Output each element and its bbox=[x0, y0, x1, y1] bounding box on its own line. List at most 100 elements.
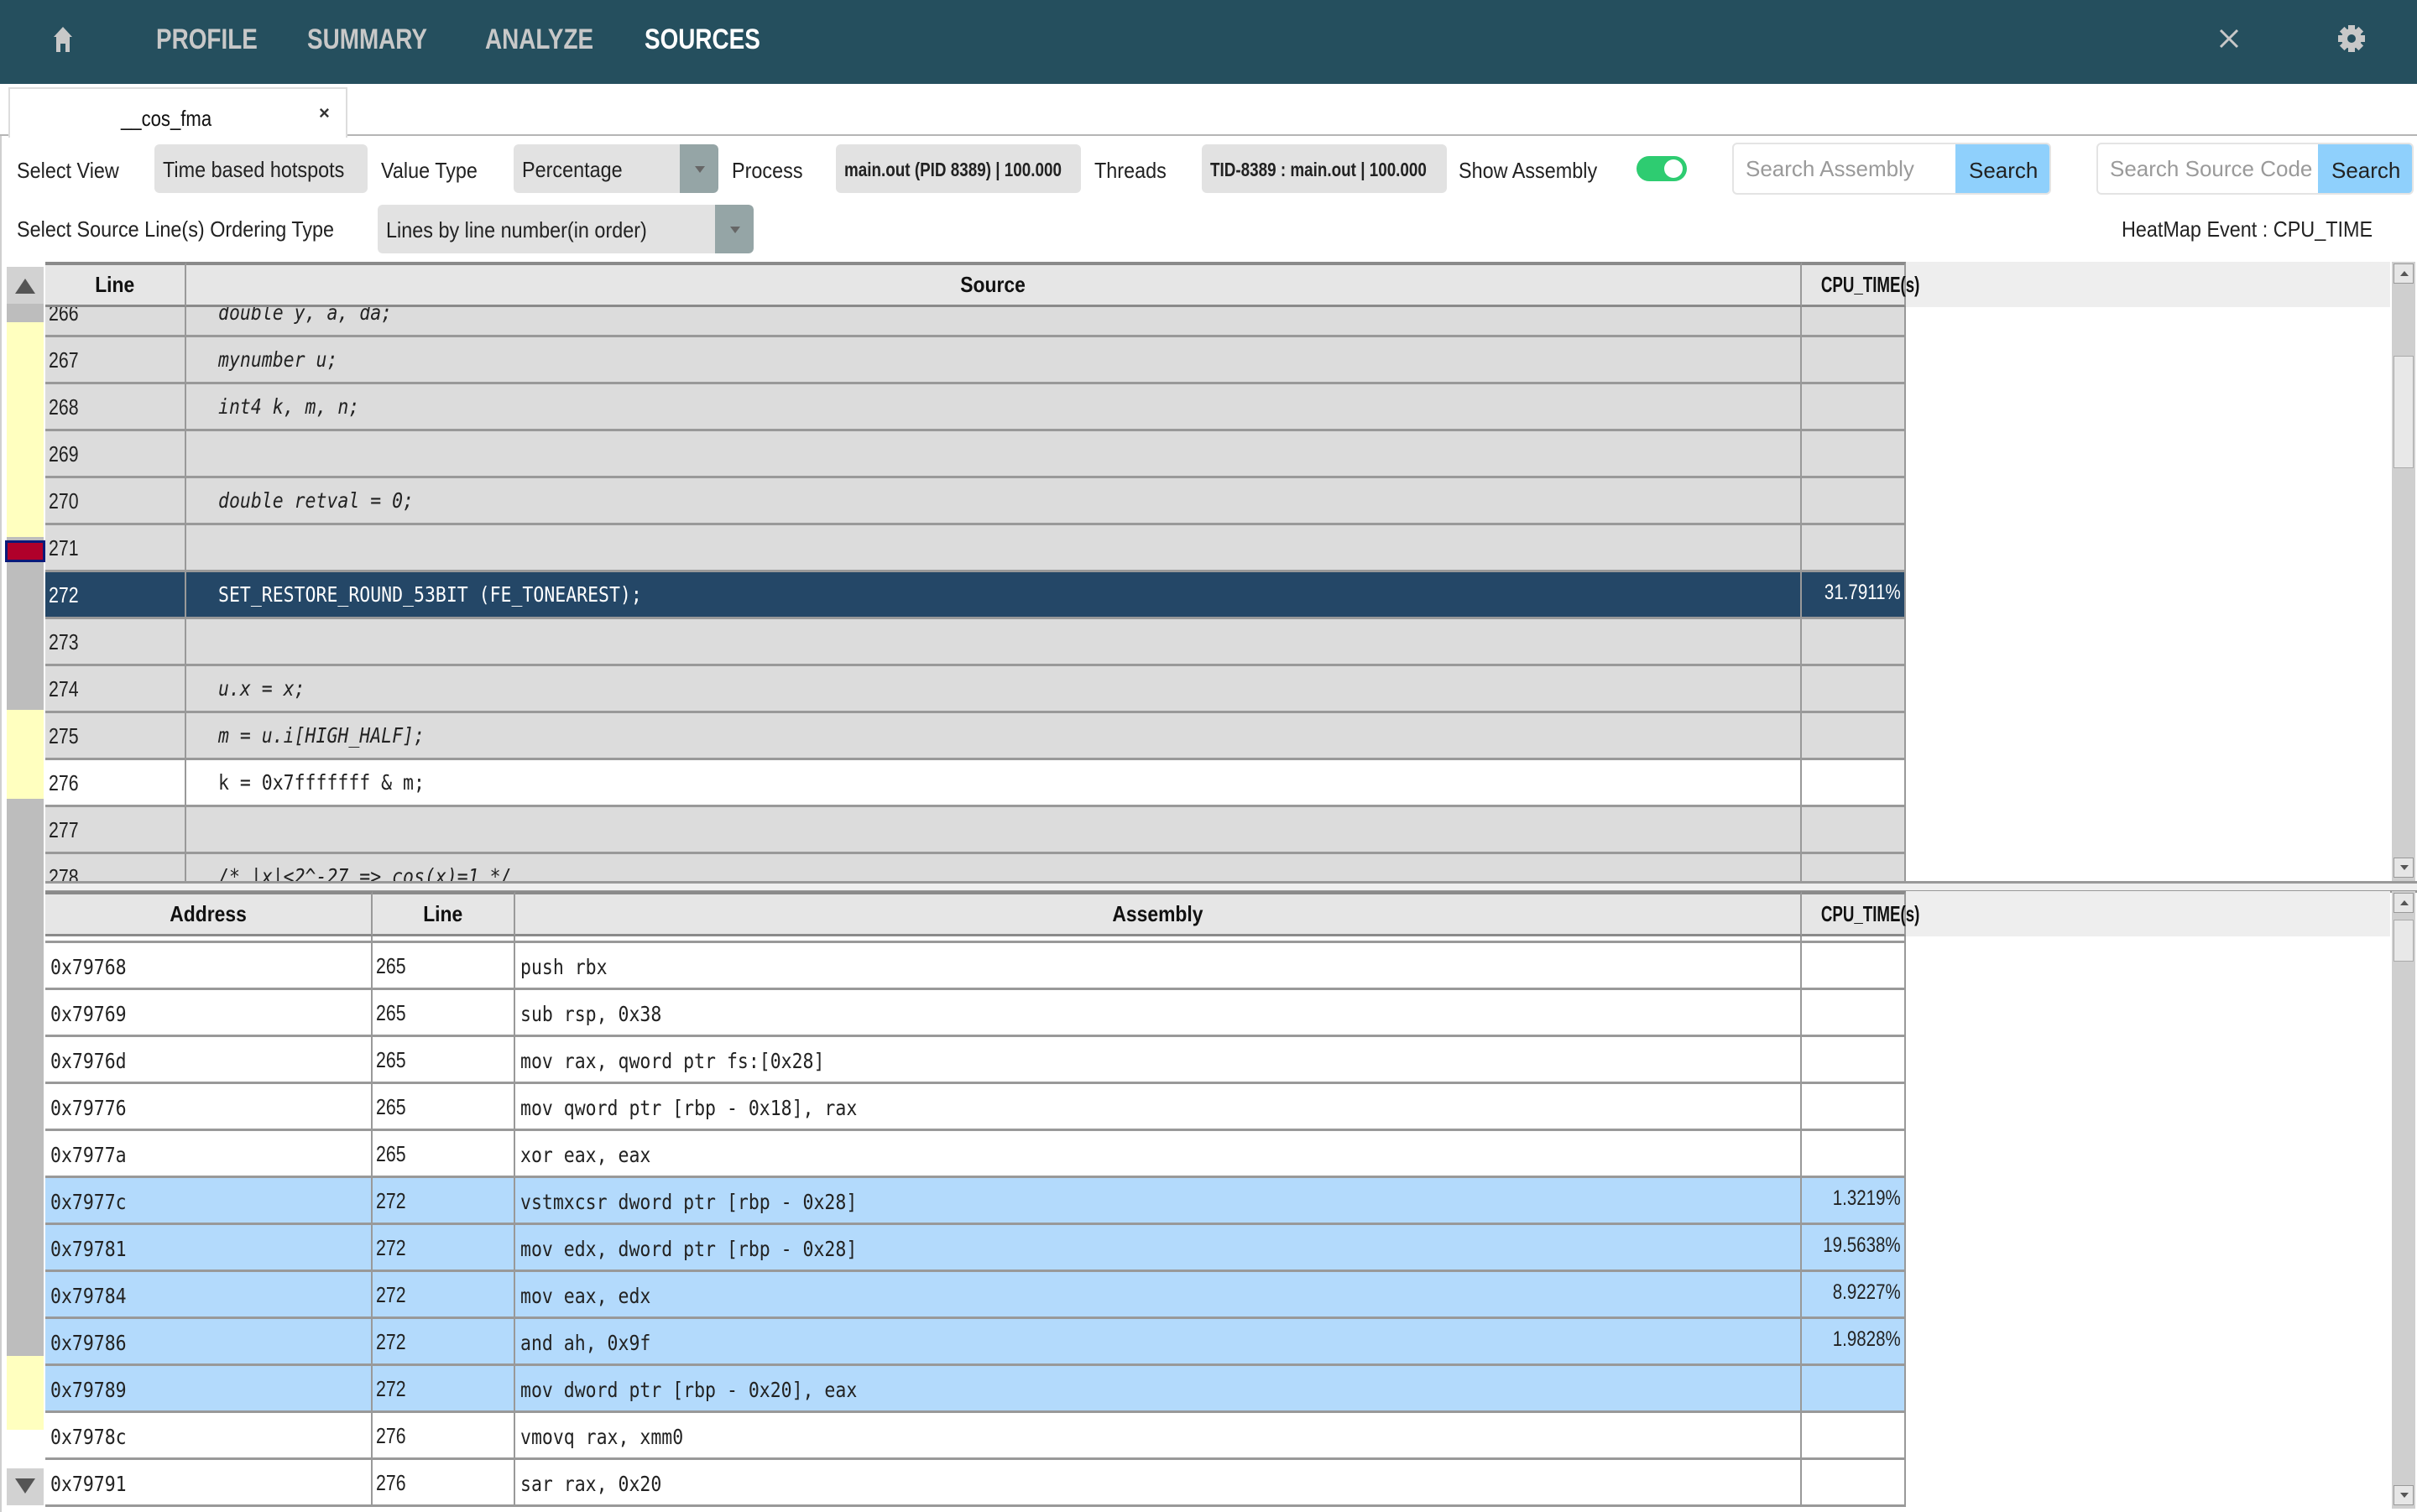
assembly-table: Address Line Assembly CPU_TIME(s) 0x7976… bbox=[45, 891, 2390, 1512]
instruction-cell: mov qword ptr [rbp - 0x18], rax bbox=[515, 1084, 1802, 1131]
source-row[interactable]: 274 u.x = x; bbox=[45, 666, 1906, 713]
source-row[interactable]: 273 bbox=[45, 619, 1906, 666]
ordering-label: Select Source Line(s) Ordering Type bbox=[17, 216, 335, 242]
address-cell: 0x79786 bbox=[45, 1319, 373, 1366]
asm-line-cell: 272 bbox=[373, 1272, 515, 1319]
asm-cpu-time-cell bbox=[1802, 1413, 1906, 1460]
assembly-vertical-scrollbar[interactable] bbox=[2392, 891, 2415, 1509]
process-dropdown[interactable]: main.out (PID 8389) | 100.000 bbox=[836, 144, 1081, 193]
show-assembly-toggle[interactable] bbox=[1637, 156, 1687, 181]
assembly-row[interactable]: 0x79768 265 push rbx bbox=[45, 943, 1906, 990]
scroll-up-icon[interactable] bbox=[2394, 263, 2414, 284]
assembly-row[interactable]: 0x79776 265 mov qword ptr [rbp - 0x18], ra… bbox=[45, 1084, 1906, 1131]
source-row[interactable]: 269 bbox=[45, 431, 1906, 478]
select-view-dropdown[interactable]: Time based hotspots bbox=[154, 144, 368, 193]
col-asm-line-header[interactable]: Line bbox=[373, 891, 515, 936]
source-vertical-scrollbar[interactable] bbox=[2392, 262, 2415, 881]
asm-cpu-time-cell: 1.9828% bbox=[1802, 1319, 1906, 1366]
assembly-row[interactable]: 0x79791 276 sar rax, 0x20 bbox=[45, 1460, 1906, 1507]
heat-segment bbox=[7, 1356, 44, 1430]
cpu-time-cell: 31.7911% bbox=[1802, 572, 1906, 619]
col-line-header[interactable]: Line bbox=[45, 262, 186, 307]
cpu-time-cell bbox=[1802, 807, 1906, 854]
source-row[interactable]: 275 m = u.i[HIGH_HALF]; bbox=[45, 713, 1906, 760]
source-row[interactable]: 276 k = 0x7fffffff & m; bbox=[45, 760, 1906, 807]
close-icon[interactable] bbox=[2216, 25, 2242, 52]
asm-line-cell: 272 bbox=[373, 1366, 515, 1413]
toggle-knob bbox=[1664, 159, 1683, 178]
asm-cpu-time-cell bbox=[1802, 1037, 1906, 1084]
assembly-row[interactable]: 0x79781 272 mov edx, dword ptr [rbp - 0x28… bbox=[45, 1225, 1906, 1272]
search-assembly-input[interactable] bbox=[1734, 144, 1959, 193]
source-row[interactable]: 278/* |x|<2^-27 => cos(x)=1 */ bbox=[45, 854, 1906, 881]
ordering-dropdown[interactable]: Lines by line number(in order) bbox=[378, 205, 754, 253]
cpu-time-cell bbox=[1802, 713, 1906, 760]
value-type-dropdown[interactable]: Percentage bbox=[514, 144, 718, 193]
assembly-row[interactable]: 0x7976d 265 mov rax, qword ptr fs:[0x28] bbox=[45, 1037, 1906, 1084]
address-cell: 0x79781 bbox=[45, 1225, 373, 1272]
source-row[interactable]: 271 bbox=[45, 525, 1906, 572]
assembly-row[interactable]: 0x79784 272 mov eax, edx 8.9227% bbox=[45, 1272, 1906, 1319]
scroll-up-icon[interactable] bbox=[2394, 893, 2414, 913]
col-asm-cpu-header[interactable]: CPU_TIME(s) bbox=[1802, 891, 1919, 936]
instruction-cell: sub rsp, 0x38 bbox=[515, 990, 1802, 1037]
col-cpu-header[interactable]: CPU_TIME(s) bbox=[1802, 262, 1919, 307]
scroll-thumb[interactable] bbox=[2394, 920, 2414, 962]
source-table-header: Line Source CPU_TIME(s) bbox=[45, 262, 2390, 307]
heat-segment bbox=[7, 710, 44, 799]
scroll-down-icon[interactable] bbox=[2394, 1485, 2414, 1505]
assembly-row[interactable]: 0x7977c 272 vstmxcsr dword ptr [rbp - 0x28… bbox=[45, 1178, 1906, 1225]
assembly-row[interactable]: 0x79769 265 sub rsp, 0x38 bbox=[45, 990, 1906, 1037]
line-number-cell: 276 bbox=[45, 760, 186, 807]
value-type-value: Percentage bbox=[522, 157, 623, 182]
home-icon[interactable] bbox=[50, 25, 76, 54]
strip-up-arrow-icon[interactable] bbox=[7, 267, 44, 304]
scroll-down-icon[interactable] bbox=[2394, 858, 2414, 878]
heatmap-overview-strip[interactable] bbox=[5, 267, 45, 1505]
col-assembly-header[interactable]: Assembly bbox=[515, 891, 1802, 936]
source-row[interactable]: 268 int4 k, m, n; bbox=[45, 384, 1906, 431]
source-row[interactable]: 270 double retval = 0; bbox=[45, 478, 1906, 525]
instruction-cell: vstmxcsr dword ptr [rbp - 0x28] bbox=[515, 1178, 1802, 1225]
scroll-thumb[interactable] bbox=[2394, 356, 2414, 468]
nav-sources[interactable]: SOURCES bbox=[645, 23, 760, 56]
chevron-down-icon[interactable] bbox=[680, 144, 718, 193]
source-row[interactable]: 272 SET_RESTORE_ROUND_53BIT (FE_TONEAREST… bbox=[45, 572, 1906, 619]
nav-summary[interactable]: SUMMARY bbox=[307, 23, 427, 56]
line-number-cell: 267 bbox=[45, 337, 186, 384]
source-row[interactable]: 277 bbox=[45, 807, 1906, 854]
gear-icon[interactable] bbox=[2336, 23, 2367, 54]
threads-dropdown[interactable]: TID-8389 : main.out | 100.000 bbox=[1202, 144, 1447, 193]
col-source-header[interactable]: Source bbox=[186, 262, 1802, 307]
search-source-button[interactable]: Search bbox=[2318, 144, 2412, 193]
col-address-header[interactable]: Address bbox=[45, 891, 373, 936]
asm-line-cell: 272 bbox=[373, 1319, 515, 1366]
tab-cos-fma[interactable]: __cos_fma × bbox=[8, 87, 347, 138]
search-assembly-box: Search bbox=[1732, 143, 2051, 195]
tab-close-icon[interactable]: × bbox=[319, 102, 330, 124]
source-code-cell: mynumber u; bbox=[186, 337, 1802, 384]
assembly-row[interactable]: 0x7978c 276 vmovq rax, xmm0 bbox=[45, 1413, 1906, 1460]
search-source-box: Search bbox=[2096, 143, 2414, 195]
instruction-cell: sar rax, 0x20 bbox=[515, 1460, 1802, 1507]
nav-profile[interactable]: PROFILE bbox=[156, 23, 258, 56]
asm-cpu-time-cell bbox=[1802, 990, 1906, 1037]
instruction-cell: mov eax, edx bbox=[515, 1272, 1802, 1319]
heat-gap bbox=[7, 1430, 44, 1468]
heat-marker-current[interactable] bbox=[5, 540, 45, 562]
cpu-time-cell bbox=[1802, 525, 1906, 572]
assembly-row[interactable]: 0x79786 272 and ah, 0x9f 1.9828% bbox=[45, 1319, 1906, 1366]
line-number-cell: 274 bbox=[45, 666, 186, 713]
assembly-row[interactable]: 0x7977a 265 xor eax, eax bbox=[45, 1131, 1906, 1178]
asm-line-cell: 265 bbox=[373, 1037, 515, 1084]
source-row[interactable]: 267 mynumber u; bbox=[45, 337, 1906, 384]
strip-down-arrow-icon[interactable] bbox=[7, 1468, 44, 1505]
chevron-down-icon[interactable] bbox=[715, 205, 754, 253]
asm-cpu-time-cell bbox=[1802, 1084, 1906, 1131]
nav-analyze[interactable]: ANALYZE bbox=[485, 23, 593, 56]
cpu-time-cell bbox=[1802, 384, 1906, 431]
search-source-input[interactable] bbox=[2098, 144, 2321, 193]
assembly-row[interactable]: 0x79789 272 mov dword ptr [rbp - 0x20], ea… bbox=[45, 1366, 1906, 1413]
search-source-button-label: Search bbox=[2331, 158, 2401, 183]
search-assembly-button[interactable]: Search bbox=[1955, 144, 2049, 193]
